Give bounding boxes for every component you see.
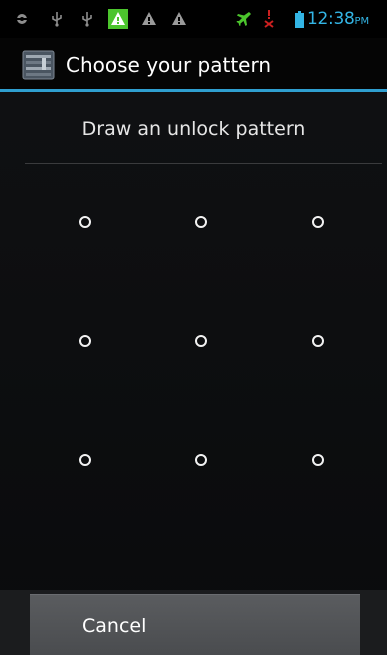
title-accent-line — [0, 89, 387, 92]
screen: 12:38PM Choose your pattern Draw an unlo… — [0, 0, 387, 655]
pattern-instruction: Draw an unlock pattern — [81, 118, 306, 140]
warning-icon — [140, 10, 158, 28]
usb-icon — [80, 10, 94, 28]
header-divider — [25, 163, 382, 164]
cancel-button[interactable]: Cancel — [30, 594, 360, 655]
usb-icon — [50, 10, 64, 28]
pattern-dot[interactable] — [79, 454, 91, 466]
clock-ampm: PM — [354, 16, 370, 27]
airplane-icon — [235, 10, 253, 28]
page-title: Choose your pattern — [66, 53, 272, 77]
status-bar: 12:38PM — [0, 0, 387, 38]
battery-icon — [294, 10, 304, 28]
pattern-dot[interactable] — [79, 335, 91, 347]
alert-icon — [108, 9, 128, 29]
cancel-button-label: Cancel — [82, 615, 147, 637]
sim-error-icon — [262, 10, 276, 28]
status-clock: 12:38PM — [307, 9, 369, 32]
pattern-dot[interactable] — [312, 216, 324, 228]
pattern-dot[interactable] — [79, 216, 91, 228]
pattern-dot[interactable] — [195, 216, 207, 228]
pattern-dot[interactable] — [312, 454, 324, 466]
clock-time: 12:38 — [307, 9, 355, 29]
pattern-dot[interactable] — [195, 454, 207, 466]
android-debug-icon — [13, 10, 31, 28]
settings-app-icon — [22, 50, 55, 80]
pattern-dot[interactable] — [195, 335, 207, 347]
warning-icon — [170, 10, 188, 28]
title-bar: Choose your pattern — [0, 38, 387, 92]
pattern-dot[interactable] — [312, 335, 324, 347]
